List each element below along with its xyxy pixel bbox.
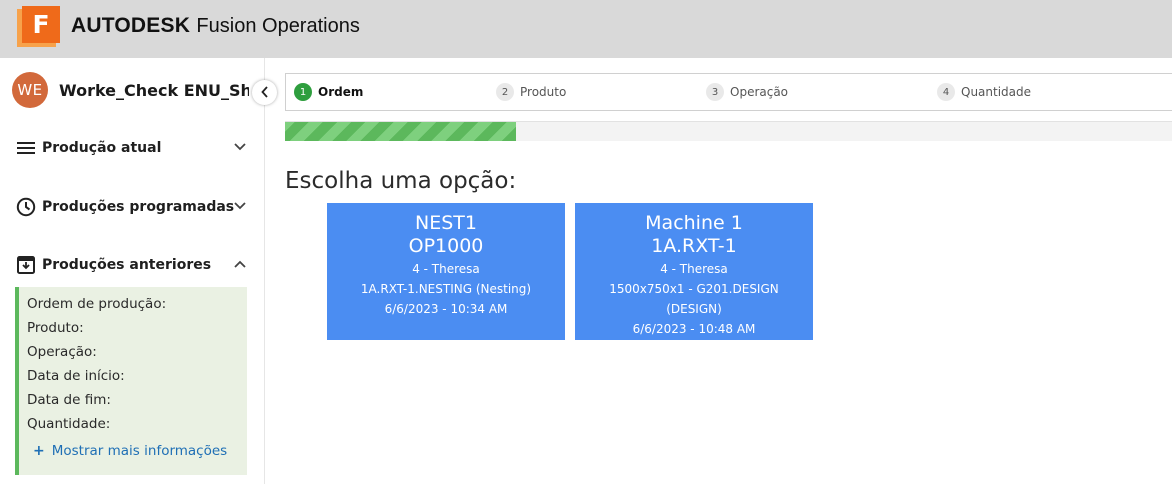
option-subtitle: 1A.RXT-1 (651, 235, 737, 257)
step-label: Produto (520, 85, 567, 99)
detail-start-date: Data de início: (27, 368, 125, 384)
nav-producoes-anteriores[interactable]: Produções anteriores (15, 253, 247, 277)
step-label: Ordem (318, 85, 364, 99)
wizard-progress-bar (285, 121, 1172, 141)
detail-operation: Operação: (27, 344, 97, 360)
step-ordem[interactable]: 1 Ordem (294, 83, 363, 101)
step-number: 2 (496, 83, 514, 101)
brand-title: AUTODESK Fusion Operations (71, 13, 360, 38)
nav-label: Produção atual (42, 140, 162, 156)
step-produto[interactable]: 2 Produto (496, 83, 566, 101)
option-detail: 1500x750x1 - G201.DESIGN (609, 282, 779, 296)
option-card[interactable]: Machine 1 1A.RXT-1 4 - Theresa 1500x750x… (575, 203, 813, 340)
nav-label: Produções programadas (42, 199, 235, 215)
option-detail-continued: (DESIGN) (666, 302, 722, 316)
menu-icon (15, 137, 37, 159)
option-datetime: 6/6/2023 - 10:48 AM (632, 322, 756, 336)
brand-product: Fusion Operations (196, 15, 360, 37)
avatar: WE (12, 72, 48, 108)
option-subtitle: OP1000 (408, 235, 484, 257)
previous-production-details: Ordem de produção: Produto: Operação: Da… (15, 287, 247, 475)
option-title: NEST1 (415, 212, 477, 234)
detail-order: Ordem de produção: (27, 296, 167, 312)
step-number: 3 (706, 83, 724, 101)
step-label: Operação (730, 85, 789, 99)
step-number: 1 (294, 83, 312, 101)
wizard-stepper: 1 Ordem 2 Produto 3 Operação 4 Quantidad… (285, 73, 1172, 111)
clock-icon (15, 196, 37, 218)
progress-fill (285, 122, 516, 141)
option-worker: 4 - Theresa (412, 262, 480, 276)
nav-label: Produções anteriores (42, 257, 212, 273)
fusion-logo: F (17, 6, 60, 47)
nav-producao-atual[interactable]: Produção atual (15, 136, 247, 160)
chevron-down-icon (233, 199, 247, 213)
option-card[interactable]: NEST1 OP1000 4 - Theresa 1A.RXT-1.NESTIN… (327, 203, 565, 340)
show-more-info-link[interactable]: + Mostrar mais informações (33, 443, 227, 459)
detail-end-date: Data de fim: (27, 392, 111, 408)
collapse-sidebar-button[interactable] (252, 80, 277, 105)
step-operacao[interactable]: 3 Operação (706, 83, 788, 101)
step-quantidade[interactable]: 4 Quantidade (937, 83, 1031, 101)
brand-autodesk: AUTODESK (71, 14, 191, 37)
user-name: Worke_Check ENU_She... (59, 80, 249, 100)
chevron-left-icon (260, 83, 269, 102)
app-header: F AUTODESK Fusion Operations (0, 0, 1172, 58)
option-title: Machine 1 (645, 212, 743, 234)
detail-product: Produto: (27, 320, 84, 336)
chevron-down-icon (233, 140, 247, 154)
show-more-label: Mostrar mais informações (51, 443, 228, 459)
sidebar: WE Worke_Check ENU_She... Produção atual… (0, 58, 265, 484)
choose-option-title: Escolha uma opção: (285, 168, 517, 194)
detail-quantity: Quantidade: (27, 416, 111, 432)
archive-box-icon (15, 254, 37, 276)
step-label: Quantidade (961, 85, 1032, 99)
option-worker: 4 - Theresa (660, 262, 728, 276)
user-profile[interactable]: WE Worke_Check ENU_She... (12, 71, 249, 109)
plus-icon: + (33, 443, 45, 459)
nav-producoes-programadas[interactable]: Produções programadas (15, 195, 247, 219)
option-detail: 1A.RXT-1.NESTING (Nesting) (360, 282, 532, 296)
chevron-up-icon (233, 257, 247, 271)
option-datetime: 6/6/2023 - 10:34 AM (384, 302, 508, 316)
step-number: 4 (937, 83, 955, 101)
